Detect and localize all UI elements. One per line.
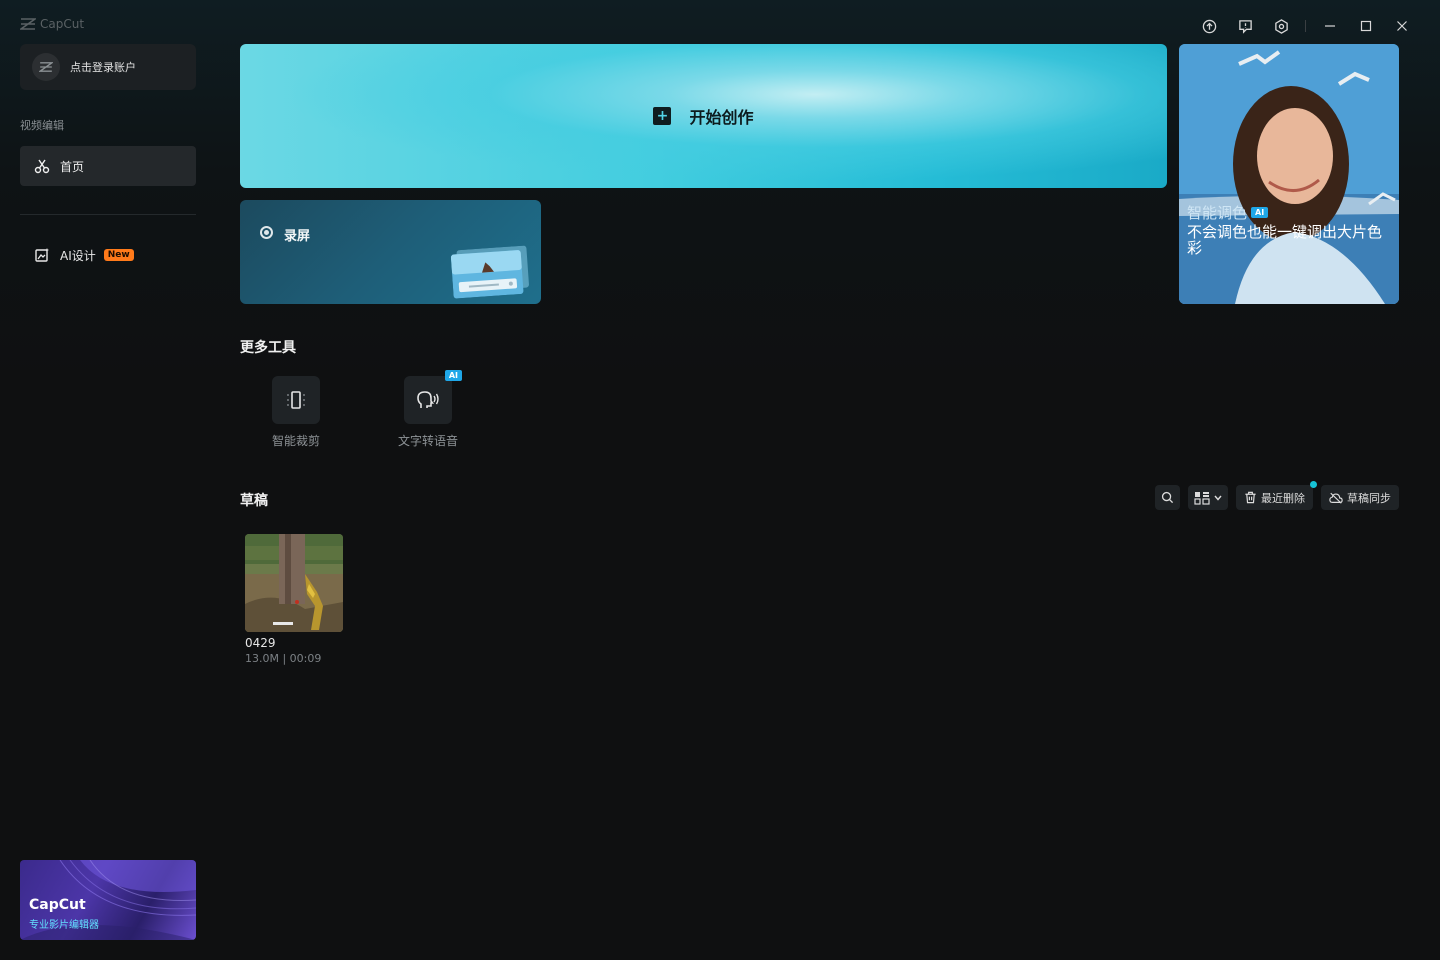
capcut-logo-icon xyxy=(20,18,36,30)
ad-title: 智能调色 AI xyxy=(1187,202,1269,223)
search-icon xyxy=(1161,491,1174,504)
view-mode-dropdown[interactable] xyxy=(1188,485,1228,510)
ad-portrait-image xyxy=(1179,44,1399,304)
app-logo: CapCut xyxy=(20,17,84,31)
capcut-avatar-icon xyxy=(39,62,53,72)
section-label-video-edit: 视频编辑 xyxy=(20,119,64,132)
new-badge: New xyxy=(103,249,134,261)
tool-smart-crop[interactable]: 智能裁剪 xyxy=(251,376,341,449)
search-button[interactable] xyxy=(1155,485,1180,510)
record-preview-image xyxy=(450,245,529,299)
controls-separator xyxy=(1305,20,1306,32)
cloud-sync-icon xyxy=(1329,492,1343,504)
ad-title-text: 智能调色 xyxy=(1187,204,1248,222)
chevron-down-icon xyxy=(1214,495,1222,501)
grid-view-icon xyxy=(1194,491,1210,505)
tool-text-to-speech-button[interactable]: AI xyxy=(404,370,462,424)
login-label: 点击登录账户 xyxy=(70,61,136,74)
smart-color-ad-banner[interactable]: 智能调色 AI 不会调色也能一键调出大片色彩 xyxy=(1179,44,1399,304)
feedback-icon xyxy=(1238,19,1252,34)
drafts-title: 草稿 xyxy=(240,493,268,509)
login-button[interactable]: 点击登录账户 xyxy=(20,44,196,90)
draft-item[interactable]: 0429 13.0M | 00:09 xyxy=(245,534,343,665)
app-window: CapCut 点击登录账户 视频编辑 首页 AI设计 New CapCut 专业… xyxy=(0,0,1440,960)
feedback-button[interactable] xyxy=(1227,14,1263,38)
sidebar-item-home-label: 首页 xyxy=(60,159,85,174)
recent-delete-button[interactable]: 最近删除 xyxy=(1236,481,1317,510)
draft-name: 0429 xyxy=(245,636,276,650)
draft-thumbnail-image xyxy=(245,534,343,632)
maximize-icon xyxy=(1360,20,1372,32)
drafts-toolbar: 最近删除 草稿同步 xyxy=(1155,481,1399,510)
sidebar-item-ai-design[interactable]: AI设计 New xyxy=(20,240,196,270)
start-creating-label: 开始创作 xyxy=(689,108,754,127)
screen-record-label: 录屏 xyxy=(284,229,311,244)
sidebar-item-home[interactable]: 首页 xyxy=(20,146,196,186)
window-controls xyxy=(1191,14,1420,38)
promo-banner[interactable]: CapCut 专业影片编辑器 xyxy=(20,860,196,940)
text-to-speech-icon xyxy=(417,391,439,408)
ai-badge: AI xyxy=(444,370,462,381)
ad-subtitle: 不会调色也能一键调出大片色彩 xyxy=(1187,223,1383,257)
upload-icon xyxy=(1202,19,1216,33)
recent-delete-label: 最近删除 xyxy=(1261,491,1305,505)
settings-button[interactable] xyxy=(1263,14,1299,38)
settings-icon xyxy=(1274,18,1288,34)
minimize-icon xyxy=(1325,25,1335,27)
crop-icon xyxy=(287,391,305,409)
draft-sync-label: 草稿同步 xyxy=(1347,491,1391,505)
tool-smart-crop-label: 智能裁剪 xyxy=(271,434,320,448)
tool-text-to-speech-label: 文字转语音 xyxy=(397,434,458,448)
plus-icon: + xyxy=(653,107,672,125)
sidebar-divider xyxy=(20,214,196,215)
screen-record-button[interactable]: 录屏 xyxy=(240,200,541,304)
close-button[interactable] xyxy=(1384,14,1420,38)
sidebar: CapCut 点击登录账户 视频编辑 首页 AI设计 New CapCut 专业… xyxy=(0,0,216,960)
tool-smart-crop-button[interactable] xyxy=(272,376,320,424)
close-icon xyxy=(1397,21,1407,31)
scissors-icon xyxy=(34,159,50,174)
trash-icon xyxy=(1245,491,1256,504)
promo-subtitle: 专业影片编辑器 xyxy=(29,920,99,931)
ai-design-icon xyxy=(35,248,49,262)
more-tools-title: 更多工具 xyxy=(240,340,296,356)
draft-sync-button[interactable]: 草稿同步 xyxy=(1321,485,1399,510)
draft-thumbnail[interactable] xyxy=(245,534,343,632)
ai-badge: AI xyxy=(1251,207,1269,218)
record-icon xyxy=(260,226,273,239)
sidebar-item-ai-design-label: AI设计 xyxy=(60,248,96,263)
maximize-button[interactable] xyxy=(1348,14,1384,38)
upload-button[interactable] xyxy=(1191,14,1227,38)
app-logo-text: CapCut xyxy=(40,17,85,31)
notification-dot xyxy=(1310,481,1317,488)
tool-text-to-speech[interactable]: AI 文字转语音 xyxy=(383,370,473,449)
promo-title: CapCut xyxy=(29,897,86,913)
draft-meta: 13.0M | 00:09 xyxy=(245,652,322,665)
avatar xyxy=(32,53,60,81)
minimize-button[interactable] xyxy=(1312,14,1348,38)
start-creating-button[interactable]: + 开始创作 xyxy=(240,44,1167,188)
